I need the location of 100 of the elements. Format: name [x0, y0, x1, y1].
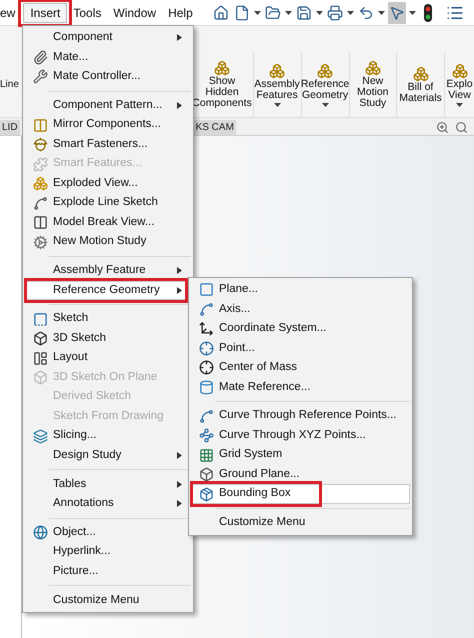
ribbon-icon — [214, 60, 230, 76]
menu-item[interactable]: Customize Menu — [25, 590, 191, 610]
caret-icon — [254, 10, 261, 14]
paperclip-icon — [32, 50, 48, 65]
menu-bar-item[interactable]: Window — [107, 4, 162, 22]
menu-item[interactable]: Coordinate System... — [191, 319, 410, 338]
menu-bar-item[interactable]: ew — [0, 4, 16, 22]
ribbon-button[interactable]: Reference Geometry — [300, 52, 349, 117]
undo-icon[interactable] — [358, 4, 374, 20]
save-icon[interactable] — [296, 4, 312, 20]
caret-icon — [409, 10, 416, 14]
menu-item[interactable]: Axis... — [191, 300, 410, 319]
caret-icon — [285, 10, 292, 14]
caret-icon — [322, 102, 329, 106]
search-icon[interactable] — [455, 121, 468, 134]
print-icon[interactable] — [327, 4, 343, 20]
ribbon-icon — [364, 60, 381, 76]
ribbon-label: Line — [0, 78, 19, 92]
menu-item[interactable]: Curve Through XYZ Points... — [191, 426, 410, 446]
menu-item[interactable]: Design Study — [25, 446, 191, 466]
menu-item[interactable]: Point... — [191, 338, 410, 358]
file-icon[interactable] — [234, 4, 250, 20]
menu-item[interactable]: Sketch — [25, 309, 191, 329]
menu-item[interactable]: Object... — [25, 522, 191, 542]
tab[interactable]: KS CAM — [194, 120, 236, 135]
ribbon-icon — [269, 62, 286, 78]
menu-item[interactable]: Mirror Components... — [25, 115, 191, 135]
menu-item[interactable]: Ground Plane... — [191, 464, 410, 484]
cube-icon — [32, 370, 48, 385]
cube-icon — [198, 467, 214, 482]
target-icon — [198, 360, 214, 376]
ribbon-button[interactable]: New Motion Study — [348, 52, 396, 117]
spline-icon — [32, 196, 48, 210]
menu-item[interactable]: 3D Sketch — [25, 328, 191, 348]
cylinder-icon — [198, 380, 214, 395]
traffic-light-icon[interactable] — [423, 2, 433, 22]
menu-item[interactable]: Slicing... — [25, 426, 191, 446]
ribbon-button[interactable]: Assembly Features — [252, 52, 301, 117]
menu-bar-item[interactable]: Tools — [67, 4, 108, 22]
caret-icon — [177, 34, 182, 42]
menu-item[interactable]: Layout — [25, 348, 191, 368]
caret-icon — [177, 286, 182, 294]
ribbon-button[interactable]: Bill of Materials — [396, 52, 444, 117]
boxes-icon — [32, 176, 48, 191]
caret-icon — [316, 10, 323, 14]
tab[interactable]: LID — [0, 120, 20, 135]
menu-item[interactable]: Customize Menu — [191, 513, 410, 532]
menu-item[interactable]: Smart Fasteners... — [25, 134, 191, 154]
axes-icon — [198, 321, 214, 336]
split-panel-icon — [32, 118, 48, 132]
menu-item[interactable]: Picture... — [25, 562, 191, 582]
menu-item[interactable]: Exploded View... — [25, 174, 191, 194]
home-icon[interactable] — [213, 4, 229, 20]
split-panel-icon — [32, 215, 48, 230]
ribbon-icon — [412, 66, 428, 82]
cursor-icon[interactable] — [389, 4, 405, 20]
menu-item[interactable]: Mate Reference... — [191, 378, 410, 397]
puzzle-icon — [32, 156, 48, 172]
caret-icon — [177, 102, 182, 109]
menu-bar-item[interactable]: Help — [162, 4, 199, 22]
menu-item[interactable]: Hyperlink... — [25, 542, 191, 562]
caret-icon — [456, 102, 463, 106]
caret-icon — [378, 10, 385, 14]
layers-icon — [32, 428, 48, 444]
caret-icon — [347, 10, 354, 14]
ribbon-icon — [317, 62, 334, 78]
caret-icon — [274, 102, 281, 106]
menu-item[interactable]: Model Break View... — [25, 212, 191, 232]
menu-item[interactable]: Plane... — [191, 280, 410, 300]
menu-item[interactable]: Center of Mass — [191, 358, 410, 378]
curve-icon — [198, 408, 214, 424]
caret-icon — [177, 480, 182, 488]
plane-icon — [198, 282, 214, 298]
zoom-icon[interactable] — [436, 121, 449, 134]
nut-icon — [32, 137, 48, 152]
curve-icon — [198, 428, 214, 443]
globe-icon — [32, 525, 48, 540]
ribbon-icon — [452, 62, 468, 78]
folder-icon[interactable] — [265, 4, 281, 20]
menu-item[interactable]: Explode Line Sketch — [25, 193, 191, 213]
point-icon — [198, 340, 214, 356]
menu-item[interactable]: Grid System — [191, 445, 410, 465]
gear-icon — [32, 234, 48, 250]
menu-item[interactable]: Component Pattern... — [25, 96, 191, 116]
menu-item[interactable]: New Motion Study — [25, 232, 191, 252]
ribbon-button[interactable]: Explo View — [444, 52, 474, 117]
sketch-icon — [32, 312, 48, 326]
menu-item[interactable]: Assembly Feature — [25, 261, 191, 280]
grid-icon — [198, 448, 214, 462]
menu-item[interactable]: Curve Through Reference Points... — [191, 406, 410, 426]
menu-item[interactable]: Bounding Box — [191, 484, 410, 504]
menu-item[interactable]: Mate... — [25, 48, 191, 67]
menu-item[interactable]: Annotations — [25, 494, 191, 514]
caret-icon — [177, 500, 182, 508]
wrench-icon — [32, 69, 48, 84]
layout-icon — [32, 350, 48, 366]
menu-item[interactable]: Tables — [25, 474, 191, 494]
menu-item[interactable]: Mate Controller... — [25, 67, 191, 86]
cube-icon — [32, 331, 48, 346]
box-icon — [198, 486, 214, 502]
